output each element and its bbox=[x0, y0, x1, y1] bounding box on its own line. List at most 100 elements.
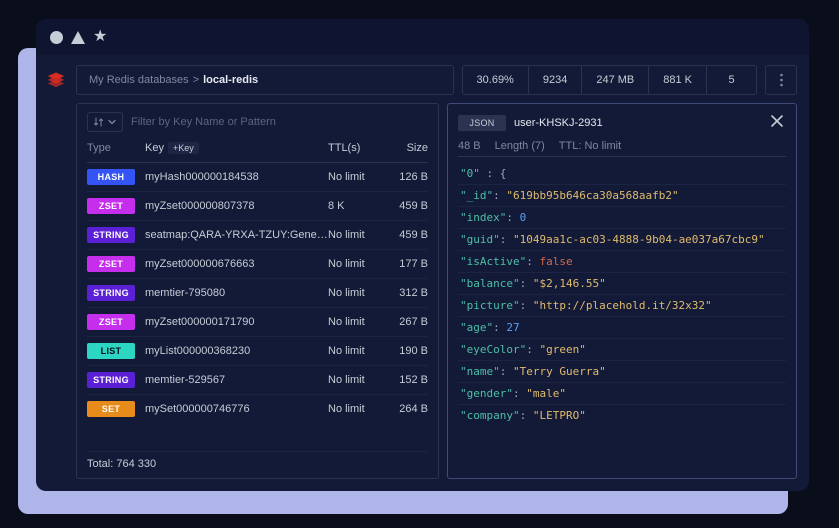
type-tag: ZSET bbox=[87, 256, 135, 272]
col-ttl: TTL(s) bbox=[328, 142, 386, 154]
breadcrumb[interactable]: My Redis databases > local-redis bbox=[76, 65, 454, 95]
json-row: "picture": "http://placehold.it/32x32" bbox=[458, 294, 786, 316]
kebab-icon bbox=[780, 73, 783, 87]
sort-icon bbox=[94, 117, 104, 127]
json-row: "company": "LETPRO" bbox=[458, 404, 786, 426]
row-ttl: No limit bbox=[328, 316, 386, 328]
stat-extra: 5 bbox=[706, 66, 756, 94]
col-key-label: Key bbox=[145, 142, 164, 154]
detail-subheader: 48 B Length (7) TTL: No limit bbox=[458, 140, 786, 152]
type-tag: STRING bbox=[87, 372, 135, 388]
detail-key-name: user-KHSKJ-2931 bbox=[514, 117, 760, 129]
row-key: seatmap:QARA-YRXA-TZUY:General:UF bbox=[145, 229, 328, 241]
table-row[interactable]: STRING memtier-529567No limit152 B bbox=[87, 365, 428, 394]
json-row: "isActive": false bbox=[458, 250, 786, 272]
col-type: Type bbox=[87, 142, 145, 154]
json-row: "balance": "$2,146.55" bbox=[458, 272, 786, 294]
row-ttl: No limit bbox=[328, 258, 386, 270]
breadcrumb-root: My Redis databases bbox=[89, 74, 189, 86]
breadcrumb-current: local-redis bbox=[203, 74, 258, 86]
key-browser-panel: Type Key +Key TTL(s) Size HASH myHash0000… bbox=[76, 103, 439, 479]
row-size: 190 B bbox=[386, 345, 428, 357]
window-dot-icon bbox=[50, 31, 63, 44]
stats-bar: 30.69% 9234 247 MB 881 K 5 bbox=[462, 65, 757, 95]
breadcrumb-sep: > bbox=[193, 74, 199, 86]
row-size: 459 B bbox=[386, 200, 428, 212]
row-ttl: No limit bbox=[328, 374, 386, 386]
type-tag: LIST bbox=[87, 343, 135, 359]
table-row[interactable]: LIST myList000000368230No limit190 B bbox=[87, 336, 428, 365]
table-header: Type Key +Key TTL(s) Size bbox=[87, 138, 428, 158]
row-ttl: No limit bbox=[328, 345, 386, 357]
body-row: Type Key +Key TTL(s) Size HASH myHash0000… bbox=[76, 103, 797, 479]
col-key: Key +Key bbox=[145, 142, 328, 154]
row-size: 459 B bbox=[386, 229, 428, 241]
sort-button[interactable] bbox=[87, 112, 123, 132]
total-footer: Total: 764 330 bbox=[87, 451, 428, 470]
type-tag: SET bbox=[87, 401, 135, 417]
type-tag: ZSET bbox=[87, 314, 135, 330]
table-row[interactable]: STRINGmemtier-795080No limit312 B bbox=[87, 278, 428, 307]
left-rail bbox=[36, 55, 76, 491]
row-size: 152 B bbox=[386, 374, 428, 386]
json-row: "_id": "619bb95b646ca30a568aafb2" bbox=[458, 184, 786, 206]
close-icon bbox=[770, 114, 784, 128]
table-row[interactable]: ZSET myZset0000008073788 K459 B bbox=[87, 191, 428, 220]
detail-length: Length (7) bbox=[495, 140, 545, 152]
window-star-icon: ★ bbox=[93, 29, 107, 45]
json-row: "age": 27 bbox=[458, 316, 786, 338]
row-size: 177 B bbox=[386, 258, 428, 270]
app-window: ★ My Redis databases > local-redis 30. bbox=[36, 19, 809, 491]
detail-size: 48 B bbox=[458, 140, 481, 152]
detail-ttl: TTL: No limit bbox=[559, 140, 621, 152]
type-tag: HASH bbox=[87, 169, 135, 185]
detail-header: JSON user-KHSKJ-2931 bbox=[458, 112, 786, 134]
row-key: memtier-529567 bbox=[145, 374, 328, 386]
content-area: My Redis databases > local-redis 30.69% … bbox=[76, 55, 809, 491]
row-key: myList000000368230 bbox=[145, 345, 328, 357]
type-tag: ZSET bbox=[87, 198, 135, 214]
row-size: 312 B bbox=[386, 287, 428, 299]
table-body: HASHmyHash000000184538No limit126 BZSETm… bbox=[87, 158, 428, 447]
window-title-bar: ★ bbox=[36, 19, 809, 55]
row-size: 264 B bbox=[386, 403, 428, 415]
redis-logo-icon bbox=[45, 67, 67, 89]
detail-divider bbox=[458, 156, 786, 157]
row-key: myHash000000184538 bbox=[145, 171, 328, 183]
stat-s1: 9234 bbox=[528, 66, 581, 94]
type-tag: STRING bbox=[87, 285, 135, 301]
add-key-button[interactable]: +Key bbox=[168, 142, 199, 154]
row-ttl: No limit bbox=[328, 229, 386, 241]
kebab-menu-button[interactable] bbox=[765, 65, 797, 95]
close-detail-button[interactable] bbox=[768, 112, 786, 134]
detail-type-tag: JSON bbox=[458, 115, 506, 131]
chevron-down-icon bbox=[108, 118, 116, 126]
json-row: "0" : { bbox=[458, 163, 786, 184]
filter-input[interactable] bbox=[131, 116, 428, 128]
json-row: "gender": "male" bbox=[458, 382, 786, 404]
table-row[interactable]: HASHmyHash000000184538No limit126 B bbox=[87, 162, 428, 191]
table-row[interactable]: SET mySet000000746776No limit264 B bbox=[87, 394, 428, 423]
json-row: "eyeColor": "green" bbox=[458, 338, 786, 360]
type-tag: STRING bbox=[87, 227, 135, 243]
row-key: mySet000000746776 bbox=[145, 403, 328, 415]
json-row: "name": "Terry Guerra" bbox=[458, 360, 786, 382]
row-size: 267 B bbox=[386, 316, 428, 328]
main-area: My Redis databases > local-redis 30.69% … bbox=[36, 55, 809, 491]
row-ttl: 8 K bbox=[328, 200, 386, 212]
row-key: myZset000000676663 bbox=[145, 258, 328, 270]
table-row[interactable]: STRING seatmap:QARA-YRXA-TZUY:General:UFN… bbox=[87, 220, 428, 249]
json-row: "guid": "1049aa1c-ac03-4888-9b04-ae037a6… bbox=[458, 228, 786, 250]
stat-percent: 30.69% bbox=[463, 66, 528, 94]
row-ttl: No limit bbox=[328, 287, 386, 299]
stat-keys: 881 K bbox=[648, 66, 706, 94]
row-ttl: No limit bbox=[328, 403, 386, 415]
table-row[interactable]: ZSET myZset000000171790No limit267 B bbox=[87, 307, 428, 336]
row-key: myZset000000807378 bbox=[145, 200, 328, 212]
col-size: Size bbox=[386, 142, 428, 154]
table-row[interactable]: ZSET myZset000000676663No limit177 B bbox=[87, 249, 428, 278]
json-viewer[interactable]: "0" : {"_id": "619bb95b646ca30a568aafb2"… bbox=[458, 163, 786, 426]
json-row: "index": 0 bbox=[458, 206, 786, 228]
row-key: myZset000000171790 bbox=[145, 316, 328, 328]
row-ttl: No limit bbox=[328, 171, 386, 183]
